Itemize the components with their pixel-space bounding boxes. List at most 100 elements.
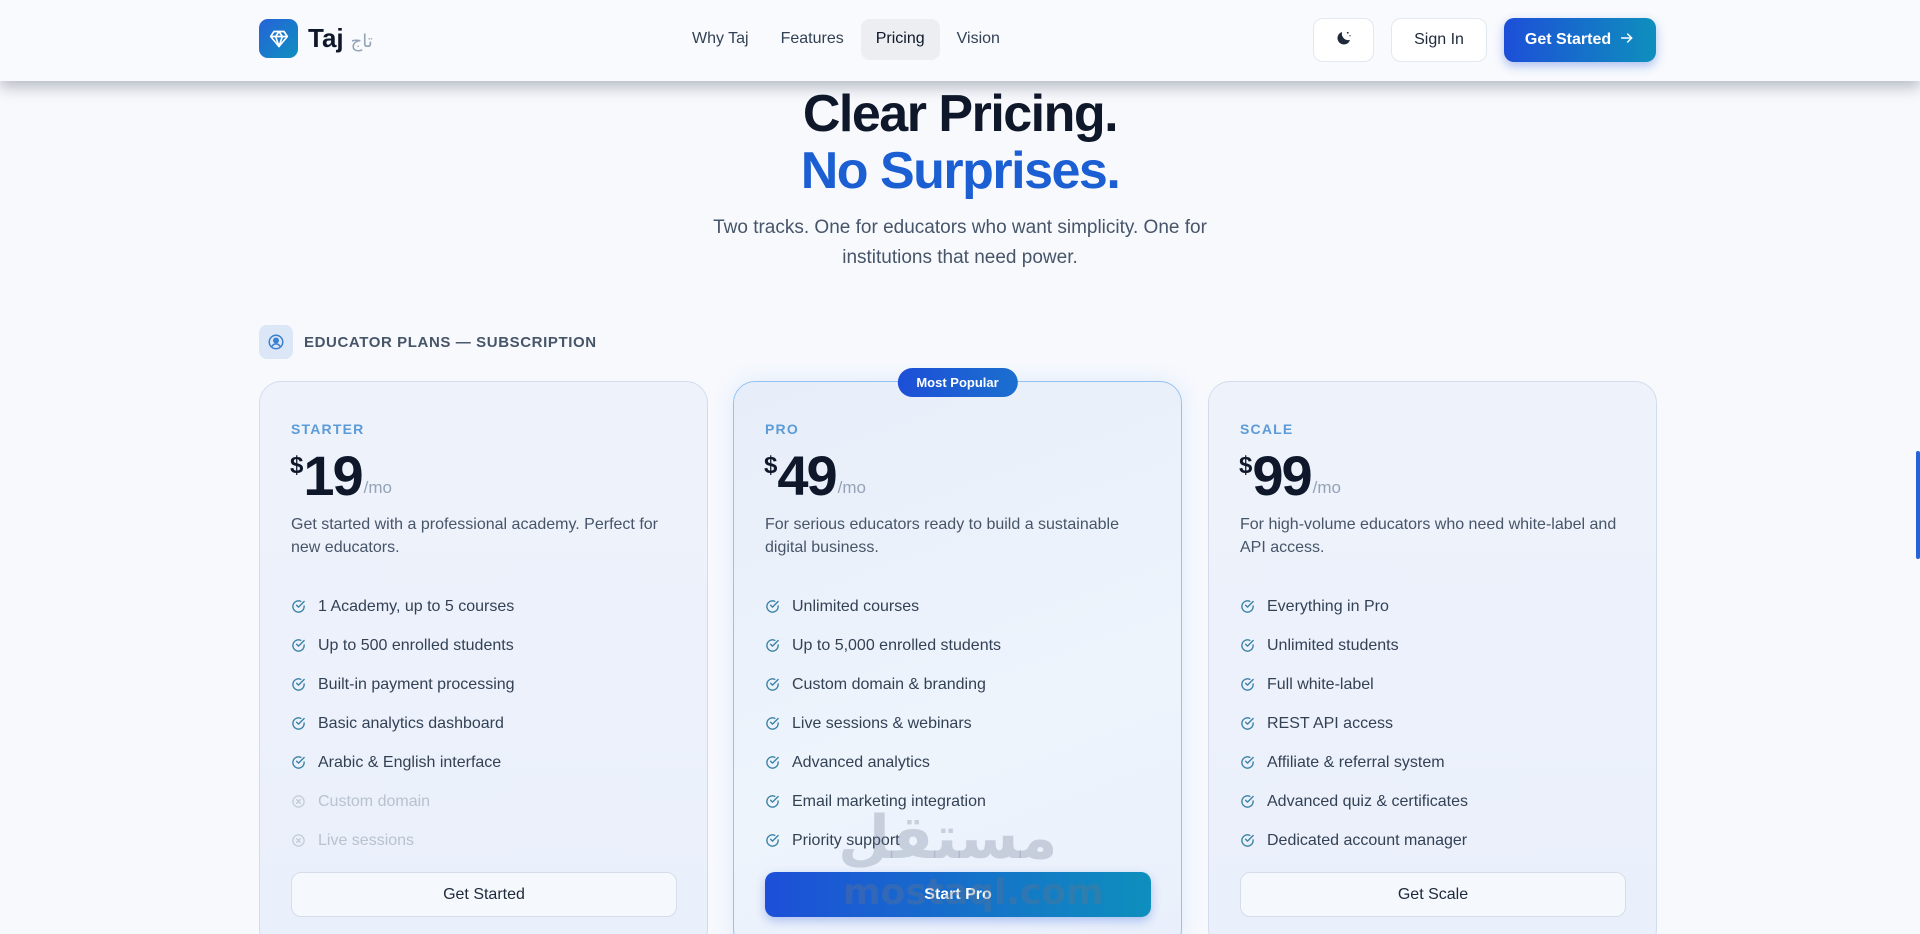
- feature-text: Custom domain: [318, 792, 431, 810]
- feature-item: Built-in payment processing: [291, 665, 515, 704]
- check-circle-icon: [291, 638, 306, 653]
- plan-features: 1 Academy, up to 5 courses Up to 500 enro…: [291, 587, 515, 860]
- scrollbar-thumb[interactable]: [1916, 451, 1920, 559]
- feature-item: Unlimited courses: [765, 587, 1001, 626]
- plan-price: $ 49 /mo: [764, 444, 866, 508]
- top-navbar: Taj تاج Why Taj Features Pricing Vision …: [0, 0, 1920, 81]
- check-circle-icon: [765, 755, 780, 770]
- feature-item: Arabic & English interface: [291, 743, 515, 782]
- hero-title-accent: No Surprises.: [800, 142, 1121, 200]
- get-started-plan-button[interactable]: Get Started: [291, 872, 677, 917]
- plan-price: $ 19 /mo: [290, 444, 392, 508]
- price-amount: 49: [777, 444, 837, 507]
- hero-title: Clear Pricing.: [802, 85, 1119, 143]
- feature-text: Dedicated account manager: [1267, 831, 1468, 849]
- watermark-arabic: مستقل: [838, 803, 1059, 873]
- feature-item: Up to 500 enrolled students: [291, 626, 515, 665]
- check-circle-icon: [291, 599, 306, 614]
- feature-text: Live sessions: [318, 831, 415, 849]
- brand-name: Taj: [308, 23, 344, 53]
- feature-text: Unlimited courses: [792, 597, 920, 615]
- moon-icon: [1335, 29, 1353, 52]
- feature-item: Dedicated account manager: [1240, 821, 1468, 860]
- feature-text: REST API access: [1267, 714, 1393, 732]
- plan-tier: STARTER: [291, 421, 365, 437]
- sign-in-button[interactable]: Sign In: [1391, 18, 1487, 62]
- feature-item: Advanced quiz & certificates: [1240, 782, 1468, 821]
- section-label: EDUCATOR PLANS — SUBSCRIPTION: [259, 325, 597, 359]
- nav-links: Why Taj Features Pricing Vision: [677, 19, 1015, 60]
- price-period: /mo: [1312, 478, 1341, 497]
- feature-text: Arabic & English interface: [318, 753, 502, 771]
- nav-link-vision[interactable]: Vision: [942, 19, 1015, 60]
- get-started-label: Get Started: [1524, 31, 1612, 48]
- plan-description: For high-volume educators who need white…: [1240, 516, 1617, 556]
- price-period: /mo: [363, 478, 392, 497]
- feature-item: Basic analytics dashboard: [291, 704, 515, 743]
- brand-name-arabic: تاج: [350, 31, 373, 52]
- feature-item: 1 Academy, up to 5 courses: [291, 587, 515, 626]
- brand[interactable]: Taj تاج: [259, 19, 373, 58]
- section-label-text: EDUCATOR PLANS — SUBSCRIPTION: [304, 333, 597, 351]
- get-scale-button[interactable]: Get Scale: [1240, 872, 1626, 917]
- feature-text: Affiliate & referral system: [1267, 753, 1445, 771]
- nav-link-features[interactable]: Features: [766, 19, 859, 60]
- check-circle-icon: [765, 794, 780, 809]
- theme-toggle-button[interactable]: [1313, 18, 1374, 62]
- feature-item: REST API access: [1240, 704, 1468, 743]
- feature-text: Advanced analytics: [792, 753, 930, 771]
- check-circle-icon: [765, 833, 780, 848]
- check-circle-icon: [1240, 638, 1255, 653]
- feature-text: 1 Academy, up to 5 courses: [318, 597, 515, 615]
- feature-text: Up to 5,000 enrolled students: [792, 636, 1002, 654]
- feature-text: Built-in payment processing: [318, 675, 515, 693]
- check-circle-icon: [765, 677, 780, 692]
- check-circle-icon: [291, 716, 306, 731]
- feature-item: Advanced analytics: [765, 743, 1001, 782]
- plan-description: For serious educators ready to build a s…: [765, 516, 1119, 556]
- plan-card-scale: SCALE $ 99 /mo For high-volume educators…: [1208, 381, 1657, 934]
- feature-item: Affiliate & referral system: [1240, 743, 1468, 782]
- check-circle-icon: [765, 716, 780, 731]
- watermark-text: mostaql.com: [843, 872, 1104, 913]
- check-circle-icon: [1240, 755, 1255, 770]
- nav-link-pricing[interactable]: Pricing: [860, 19, 940, 60]
- check-circle-icon: [1240, 677, 1255, 692]
- feature-text: Up to 500 enrolled students: [318, 636, 514, 654]
- feature-text: Advanced quiz & certificates: [1267, 792, 1468, 810]
- most-popular-badge: Most Popular: [897, 368, 1018, 397]
- feature-item: Custom domain: [291, 782, 515, 821]
- check-circle-icon: [291, 755, 306, 770]
- price-currency: $: [290, 452, 304, 479]
- price-amount: 99: [1252, 444, 1312, 507]
- feature-item: Live sessions: [291, 821, 515, 860]
- feature-item: Up to 5,000 enrolled students: [765, 626, 1001, 665]
- arrow-right-icon: [1619, 30, 1635, 51]
- x-circle-icon: [291, 794, 306, 809]
- plan-description: Get started with a professional academy.…: [291, 516, 658, 556]
- plan-tier: PRO: [765, 421, 799, 437]
- feature-text: Live sessions & webinars: [792, 714, 972, 732]
- get-started-button[interactable]: Get Started: [1504, 18, 1656, 62]
- plan-features: Everything in Pro Unlimited students Full …: [1240, 587, 1468, 860]
- diamond-logo-icon: [259, 19, 298, 58]
- check-circle-icon: [765, 638, 780, 653]
- feature-text: Everything in Pro: [1267, 597, 1389, 615]
- check-circle-icon: [765, 599, 780, 614]
- feature-text: Full white-label: [1267, 675, 1374, 693]
- feature-item: Full white-label: [1240, 665, 1468, 704]
- price-currency: $: [764, 452, 778, 479]
- check-circle-icon: [1240, 716, 1255, 731]
- price-period: /mo: [837, 478, 866, 497]
- check-circle-icon: [1240, 833, 1255, 848]
- nav-link-why-taj[interactable]: Why Taj: [677, 19, 764, 60]
- price-currency: $: [1239, 452, 1253, 479]
- feature-item: Everything in Pro: [1240, 587, 1468, 626]
- feature-item: Live sessions & webinars: [765, 704, 1001, 743]
- feature-text: Basic analytics dashboard: [318, 714, 504, 732]
- page-scrollbar[interactable]: [1914, 81, 1920, 934]
- hero-subtitle: Two tracks. One for educators who want s…: [713, 217, 1207, 268]
- plan-card-starter: STARTER $ 19 /mo Get started with a prof…: [259, 381, 708, 934]
- price-amount: 19: [303, 444, 363, 507]
- user-circle-icon: [259, 325, 293, 359]
